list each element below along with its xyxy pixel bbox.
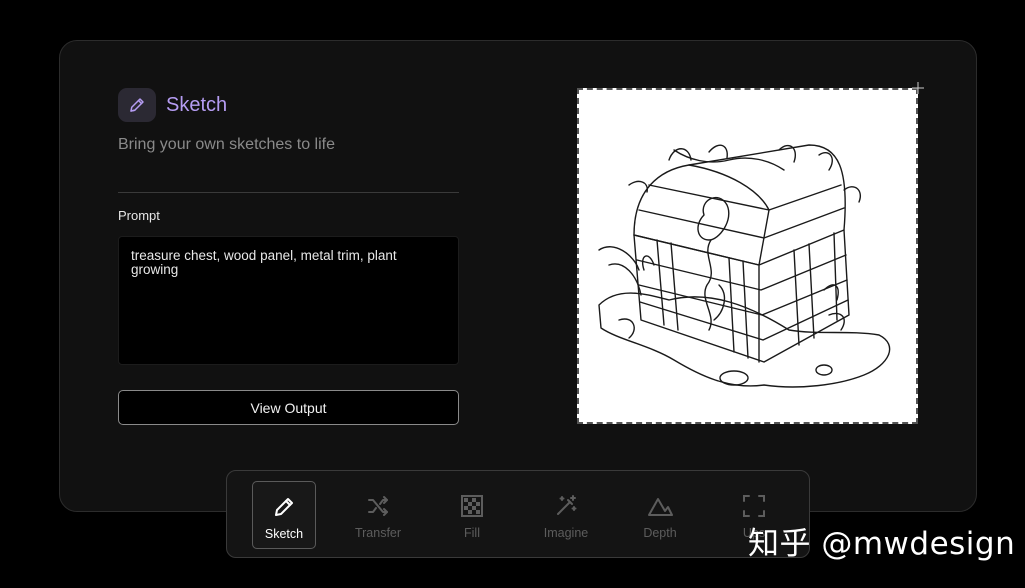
- tool-label: Transfer: [354, 526, 402, 540]
- tool-sketch[interactable]: Sketch: [252, 481, 316, 549]
- shuffle-icon: [365, 494, 391, 518]
- panel-header: Sketch: [118, 88, 227, 122]
- view-output-button[interactable]: View Output: [118, 390, 459, 425]
- page-subtitle: Bring your own sketches to life: [118, 136, 335, 153]
- magic-wand-icon: [553, 494, 579, 518]
- pencil-icon: [271, 495, 297, 519]
- tool-transfer[interactable]: Transfer: [346, 481, 410, 549]
- divider: [118, 192, 459, 193]
- tool-bar: Sketch Transfer Fill Imagine Depth Ups: [226, 470, 810, 558]
- tool-label: Imagine: [543, 526, 589, 540]
- tool-imagine[interactable]: Imagine: [534, 481, 598, 549]
- sketch-canvas[interactable]: [577, 88, 918, 424]
- tool-label: Depth: [643, 526, 677, 540]
- tool-label: Fill: [464, 526, 480, 540]
- prompt-label: Prompt: [118, 208, 160, 223]
- watermark: 知乎 @mwdesign: [748, 526, 1016, 562]
- crosshair-icon[interactable]: [911, 81, 925, 95]
- tool-fill[interactable]: Fill: [440, 481, 504, 549]
- expand-icon: [741, 494, 767, 518]
- prompt-input[interactable]: treasure chest, wood panel, metal trim, …: [118, 236, 459, 365]
- pencil-icon: [118, 88, 156, 122]
- checkerboard-icon: [459, 494, 485, 518]
- sketch-image: [598, 144, 891, 388]
- page-title: Sketch: [166, 93, 228, 116]
- mountain-icon: [647, 494, 673, 518]
- tool-depth[interactable]: Depth: [628, 481, 692, 549]
- tool-label: Sketch: [264, 527, 304, 541]
